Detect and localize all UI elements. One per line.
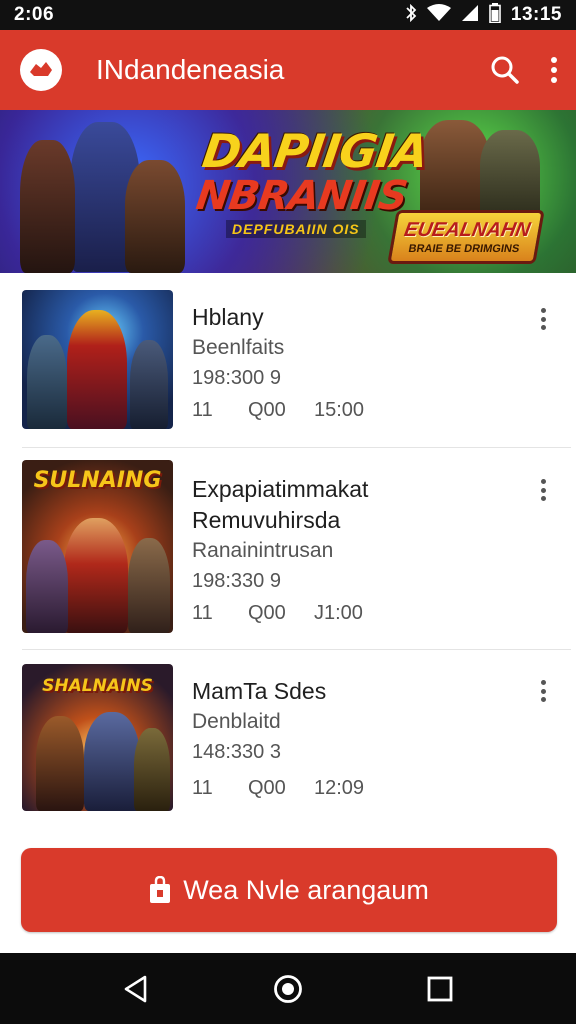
banner-title: DAPIIGIA NBRANIIS xyxy=(193,124,431,219)
game-name: Expapiatimmakat xyxy=(192,476,369,502)
main-action-label: Wea Nvle arangaum xyxy=(183,874,429,905)
game-stat-2: Q00 xyxy=(248,602,286,624)
recents-icon[interactable] xyxy=(415,964,465,1014)
banner-badge: EUEALNAHN BRAIE BE DRIMGINS xyxy=(387,210,545,264)
app-bar: INdandeneasia xyxy=(0,30,576,110)
app-actions xyxy=(490,55,558,85)
thumbnail-hero-3 xyxy=(134,728,170,811)
wifi-icon xyxy=(426,3,451,27)
game-text: Expapiatimmakat Remuvuhirsda Ranainintru… xyxy=(192,474,368,596)
app-logo-icon[interactable] xyxy=(20,49,62,91)
banner-hero-right-2 xyxy=(480,130,540,220)
thumbnail-hero xyxy=(84,712,140,811)
list-item[interactable]: SHALNAINS MamTa Sdes Denblaitd 148:330 3… xyxy=(0,650,576,830)
game-text: MamTa Sdes Denblaitd 148:330 3 xyxy=(192,676,326,767)
battery-icon xyxy=(489,2,501,28)
banner-title-line2: NBRANIIS xyxy=(193,173,410,219)
game-name: MamTa Sdes xyxy=(192,678,327,704)
signal-icon xyxy=(461,4,479,27)
system-nav-bar xyxy=(0,953,576,1024)
game-stat-1: 11 xyxy=(192,777,213,799)
banner-badge-title: EUEALNAHN xyxy=(402,218,533,241)
game-stat-1: 11 xyxy=(192,399,213,421)
banner-badge-sub: BRAIE BE DRIMGINS xyxy=(407,242,521,255)
game-stat-2: Q00 xyxy=(248,777,286,799)
more-vert-icon[interactable] xyxy=(534,476,552,504)
game-code: 198:330 9 xyxy=(192,570,281,592)
game-text: Hblany Beenlfaits 198:300 9 xyxy=(192,302,284,393)
status-bar: 2:06 13:15 xyxy=(0,0,576,30)
game-stat-3: 12:09 xyxy=(314,777,365,799)
promo-banner[interactable]: DAPIIGIA NBRANIIS DEPFUBAIIN OIS EUEALNA… xyxy=(0,110,576,273)
more-vert-icon[interactable] xyxy=(534,677,552,705)
game-stats: 11 Q00 J1:00 xyxy=(192,602,363,625)
banner-title-line1: DAPIIGIA xyxy=(199,124,431,178)
game-stat-3: 15:00 xyxy=(314,399,365,421)
more-vert-icon[interactable] xyxy=(534,305,552,333)
thumbnail-hero xyxy=(67,310,127,429)
game-subtitle: Denblaitd xyxy=(192,710,281,733)
shopping-bag-icon xyxy=(149,876,171,904)
game-subtitle: Remuvuhirsda xyxy=(192,507,341,533)
back-icon[interactable] xyxy=(111,964,161,1014)
game-name: Hblany xyxy=(192,304,264,330)
game-stats: 11 Q00 15:00 xyxy=(192,399,364,422)
thumbnail-hero-2 xyxy=(26,540,68,633)
search-icon[interactable] xyxy=(490,55,520,85)
list-item[interactable]: Hblany Beenlfaits 198:300 9 11 Q00 15:00 xyxy=(0,273,576,448)
game-thumbnail[interactable]: SHALNAINS xyxy=(22,664,173,811)
thumbnail-hero-2 xyxy=(36,716,84,811)
game-code: 148:330 3 xyxy=(192,741,281,763)
banner-hero-left-2 xyxy=(20,140,75,273)
list-item[interactable]: SULNAING Expapiatimmakat Remuvuhirsda Ra… xyxy=(0,448,576,650)
game-thumbnail[interactable] xyxy=(22,290,173,429)
game-stats: 11 Q00 12:09 xyxy=(192,777,364,800)
game-stat-3: J1:00 xyxy=(314,602,363,624)
thumbnail-hero-3 xyxy=(128,538,170,633)
main-action-button[interactable]: Wea Nvle arangaum xyxy=(21,848,557,932)
thumbnail-logo: SHALNAINS xyxy=(42,676,153,696)
game-subtitle: Beenlfaits xyxy=(192,336,285,359)
bluetooth-icon xyxy=(405,3,417,27)
thumbnail-logo: SULNAING xyxy=(33,468,162,493)
more-vert-icon[interactable] xyxy=(550,57,558,83)
banner-subtitle: DEPFUBAIIN OIS xyxy=(226,220,366,238)
game-extra: Ranainintrusan xyxy=(192,539,334,562)
thumbnail-hero-2 xyxy=(27,335,67,429)
game-thumbnail[interactable]: SULNAING xyxy=(22,460,173,633)
thumbnail-hero xyxy=(64,518,128,633)
status-icons: 13:15 xyxy=(405,2,562,28)
game-stat-1: 11 xyxy=(192,602,213,624)
game-stat-2: Q00 xyxy=(248,399,286,421)
status-time-left: 2:06 xyxy=(14,4,55,25)
banner-hero-left-3 xyxy=(125,160,185,273)
game-code: 198:300 9 xyxy=(192,367,281,389)
home-icon[interactable] xyxy=(263,964,313,1014)
status-time-right: 13:15 xyxy=(510,4,562,25)
app-title: INdandeneasia xyxy=(96,54,285,85)
thumbnail-hero-3 xyxy=(130,340,168,429)
